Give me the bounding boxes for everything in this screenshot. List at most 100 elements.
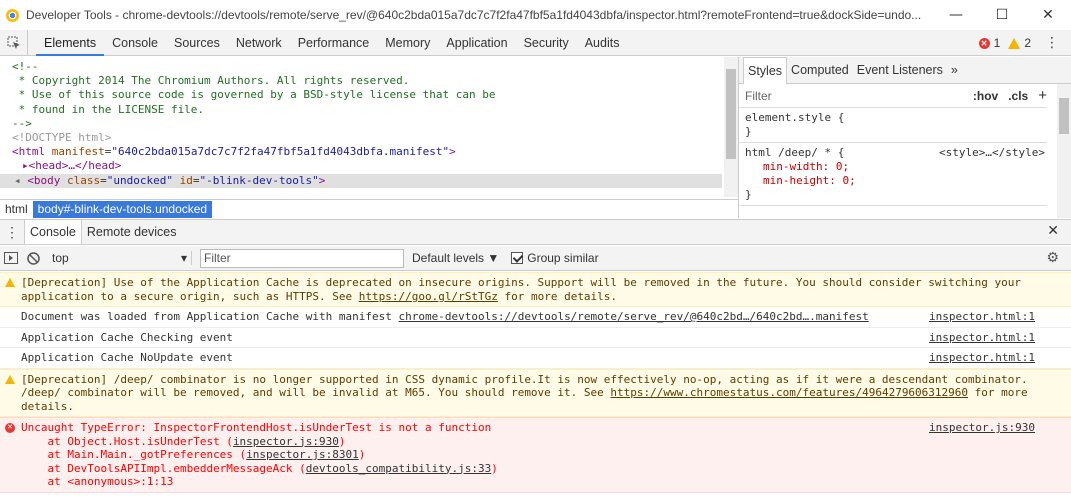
tab-application[interactable]: Application [438,30,515,56]
gear-icon[interactable]: ⚙ [1046,249,1059,266]
message-link[interactable]: https://www.chromestatus.com/features/49… [610,386,968,399]
stack-frame-link[interactable]: inspector.js:8301 [246,448,359,461]
style-rule-deep[interactable]: html /deep/ * { <style>…</style> min-wid… [739,143,1047,206]
dom-comment-line[interactable]: * Copyright 2014 The Chromium Authors. A… [0,74,722,88]
tab-audits[interactable]: Audits [577,30,628,56]
attr-name: class [60,173,101,187]
tab-security[interactable]: Security [516,30,577,56]
breadcrumb-body[interactable]: body#-blink-dev-tools.undocked [32,200,213,218]
dom-body-node[interactable]: ◂ <body class="undocked" id="-blink-dev-… [0,173,722,188]
tag-close: > [318,173,326,187]
drawer-tab-remote-devices[interactable]: Remote devices [82,220,182,244]
group-similar-checkbox[interactable]: Group similar [511,251,599,265]
scroll-thumb[interactable] [1059,98,1069,134]
drawer-tab-console[interactable]: Console [24,220,82,244]
console-warning-message[interactable]: [Deprecation] /deep/ combinator is no lo… [0,368,1071,417]
dom-head-node[interactable]: ▸<head>…</head> [0,159,722,173]
dom-comment-line[interactable]: * found in the LICENSE file. [0,103,722,117]
message-link[interactable]: chrome-devtools://devtools/remote/serve_… [399,310,869,323]
styles-scrollbar[interactable] [1057,84,1071,218]
scroll-thumb[interactable] [726,69,736,159]
dom-comment-line[interactable]: --> [0,117,722,131]
error-icon: ✕ [5,423,15,433]
tab-console[interactable]: Console [104,30,166,56]
console-log-message[interactable]: Document was loaded from Application Cac… [0,307,1071,328]
warning-icon [1008,37,1021,49]
tab-elements[interactable]: Elements [36,30,105,56]
maximize-button[interactable]: ☐ [979,0,1025,30]
console-log-message[interactable]: Application Cache NoUpdate event inspecto… [0,348,1071,369]
more-options-icon[interactable]: ⋮ [1045,30,1059,56]
message-text-part: Application Cache Checking event [21,330,233,344]
dom-comment-line[interactable]: <!-- [0,60,722,74]
stack-frame-link[interactable]: inspector.js:930 [233,435,339,448]
context-selector[interactable]: top ▾ [52,251,192,265]
checkbox-checked-icon[interactable] [511,252,524,264]
inspect-element-icon[interactable] [0,29,28,56]
tab-performance[interactable]: Performance [290,30,378,56]
message-link[interactable]: https://goo.gl/rStTGz [359,290,498,303]
message-source-link[interactable]: inspector.html:1 [929,331,1035,345]
stack-frame-text: ) [491,461,498,475]
elements-panel: <!-- * Copyright 2014 The Chromium Autho… [0,57,738,218]
message-text-part: Application Cache NoUpdate event [21,351,233,364]
console-error-message[interactable]: ✕ Uncaught TypeError: InspectorFrontendH… [0,417,1071,493]
message-text: Application Cache NoUpdate event [21,351,1036,365]
tab-sources[interactable]: Sources [166,30,228,56]
rule-source-link[interactable]: <style>…</style> [939,146,1045,159]
dom-comment-line[interactable]: * Use of this source code is governed by… [0,88,722,102]
breadcrumb-html[interactable]: html [0,201,33,218]
tab-styles[interactable]: Styles [743,56,788,84]
tab-event-listeners[interactable]: Event Listeners [853,57,947,84]
tab-memory[interactable]: Memory [377,30,438,56]
attr-value: "640c2bda015a7dc7c7f2fa47fbf5a1fd4043dbf… [111,145,450,159]
attr-value: "undocked" [106,173,173,187]
minimize-button[interactable]: — [933,0,979,30]
warning-icon [5,278,15,287]
expand-caret[interactable]: ◂ [14,174,27,187]
sidebar-toggle-icon[interactable] [0,246,22,271]
styles-tabbar: Styles Computed Event Listeners » [739,56,1071,84]
console-filter-input[interactable] [200,248,404,268]
dom-tree[interactable]: <!-- * Copyright 2014 The Chromium Autho… [0,60,722,196]
log-levels-dropdown[interactable]: Default levels ▼ [412,251,499,265]
dom-scrollbar[interactable] [724,57,738,197]
message-text: [Deprecation] Use of the Application Cac… [21,276,1036,303]
more-tabs-icon[interactable]: » [947,57,962,84]
stack-frame-text: at <anonymous>:1:13 [21,475,174,488]
console-warning-message[interactable]: [Deprecation] Use of the Application Cac… [0,272,1071,307]
close-drawer-icon[interactable]: ✕ [1047,222,1059,239]
drawer-menu-icon[interactable]: ⋮ [0,224,24,241]
stack-frame-text: at Object.Host.isUnderTest ( [21,434,233,448]
message-text: Application Cache Checking event [21,331,1036,345]
message-source-link[interactable]: inspector.html:1 [929,351,1035,365]
styles-filter-row: Filter :hov .cls + [739,84,1047,108]
dom-doctype[interactable]: <!DOCTYPE html> [0,131,722,145]
dom-html-node[interactable]: <html manifest="640c2bda015a7dc7c7f2fa47… [0,145,722,159]
hover-state-toggle[interactable]: :hov [973,89,998,103]
tag-close: > [449,145,456,159]
console-log-message[interactable]: Application Cache Checking event inspecto… [0,328,1071,348]
message-text: Document was loaded from Application Cac… [21,310,1036,324]
stack-frame-link[interactable]: devtools_compatibility.js:33 [306,462,491,475]
styles-pane: Styles Computed Event Listeners » Filter… [738,56,1071,218]
rule-property[interactable]: min-width: 0; [745,160,1041,174]
attr-name: manifest [45,145,105,159]
style-rule-element[interactable]: element.style { } [739,108,1047,143]
clear-console-icon[interactable] [22,246,44,271]
stack-frame-text: at DevToolsAPIImpl.embedderMessageAck ( [21,461,306,475]
close-window-button[interactable]: ✕ [1025,0,1071,30]
window-title: Developer Tools - chrome-devtools://devt… [26,8,922,22]
attr-name: id [172,173,193,187]
class-toggle[interactable]: .cls [1008,89,1028,103]
tab-computed[interactable]: Computed [787,57,853,84]
message-source-link[interactable]: inspector.js:930 [929,421,1035,435]
message-text-part: for more details. [497,289,618,303]
rule-property[interactable]: min-height: 0; [745,174,1041,188]
tab-network[interactable]: Network [228,30,290,56]
issue-counters[interactable]: ✕ 1 2 [978,30,1031,56]
styles-filter-input[interactable]: Filter [745,89,772,103]
add-rule-icon[interactable]: + [1038,87,1047,104]
devtools-tabbar: Elements Console Sources Network Perform… [0,29,1071,56]
message-source-link[interactable]: inspector.html:1 [929,310,1035,324]
